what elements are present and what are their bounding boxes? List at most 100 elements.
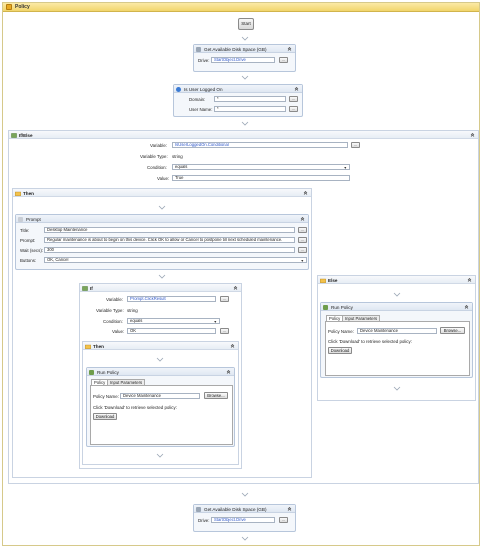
- domain-input[interactable]: *: [214, 96, 286, 102]
- then-outer-title: Then: [23, 190, 34, 196]
- activity-title: Run Policy: [331, 304, 353, 310]
- collapse-icon[interactable]: [303, 190, 308, 195]
- download-button[interactable]: Download: [93, 413, 117, 420]
- download-hint: Click 'Download' to retrieve selected po…: [93, 405, 177, 410]
- ifelse-variable-type-label: Variable Type:: [140, 154, 168, 159]
- prompt-title-input[interactable]: Desktop Maintenance: [44, 227, 295, 233]
- collapse-icon[interactable]: [287, 46, 292, 51]
- prompt-buttons-select[interactable]: OK, Cancel ▼: [44, 257, 307, 263]
- else-title: Else: [328, 277, 338, 283]
- connector-arrow-icon: [241, 536, 249, 541]
- workflow-canvas: Policy Start Get Available Disk Space (G…: [0, 0, 482, 548]
- prompt-text-input[interactable]: Regular maintenance is about to begin on…: [44, 237, 295, 243]
- if-value-browse-button[interactable]: ...: [220, 328, 229, 334]
- dropdown-arrow-icon: ▼: [213, 320, 217, 324]
- prompt-text-label: Prompt:: [20, 238, 36, 243]
- policy-name-input[interactable]: Device Maintenance: [357, 328, 437, 334]
- dropdown-arrow-icon: ▼: [300, 259, 304, 263]
- run-policy-activity-else[interactable]: Run Policy Policy Input Parameters Polic…: [320, 302, 473, 378]
- domain-browse-button[interactable]: ...: [289, 96, 298, 102]
- collapse-icon[interactable]: [230, 343, 235, 348]
- connector-arrow-icon: [393, 386, 401, 391]
- if-variable-type-label: Variable Type:: [96, 308, 124, 313]
- collapse-icon[interactable]: [294, 86, 299, 91]
- collapse-icon[interactable]: [467, 277, 472, 282]
- if-variable-type-value: string: [127, 308, 138, 313]
- username-browse-button[interactable]: ...: [289, 106, 298, 112]
- activity-title: Run Policy: [97, 369, 119, 375]
- username-input[interactable]: *: [214, 106, 286, 112]
- ifelse-value-input[interactable]: True: [172, 175, 350, 181]
- activity-title: Get Available Disk Space (GB): [204, 506, 267, 512]
- browse-button[interactable]: Browse...: [204, 392, 228, 399]
- collapse-icon[interactable]: [300, 216, 305, 221]
- domain-label: Domain:: [189, 97, 206, 102]
- question-icon: [176, 86, 181, 92]
- drive-browse-button[interactable]: ...: [279, 57, 288, 63]
- prompt-title-label: Title:: [20, 228, 30, 233]
- username-label: User Name:: [189, 107, 213, 112]
- folder-icon: [85, 344, 91, 349]
- drive-input[interactable]: StartObject.Drive: [211, 517, 275, 523]
- collapse-icon[interactable]: [287, 506, 292, 511]
- run-policy-activity-inner[interactable]: Run Policy Policy Input Parameters Polic…: [86, 367, 235, 447]
- connector-arrow-icon: [156, 453, 164, 458]
- disk-icon: [196, 46, 201, 52]
- prompt-buttons-value: OK, Cancel: [47, 257, 69, 262]
- activity-title: Is User Logged On: [184, 86, 223, 92]
- if-condition-label: Condition:: [103, 319, 123, 324]
- connector-arrow-icon: [241, 121, 249, 126]
- ifelse-variable-browse-button[interactable]: ...: [351, 142, 360, 148]
- get-disk-space-activity-bottom[interactable]: Get Available Disk Space (GB) Drive: Sta…: [193, 504, 296, 532]
- is-user-logged-on-activity[interactable]: Is User Logged On Domain: * ... User Nam…: [173, 84, 303, 117]
- collapse-icon[interactable]: [470, 132, 475, 137]
- download-hint: Click 'Download' to retrieve selected po…: [328, 339, 412, 344]
- folder-icon: [15, 191, 21, 196]
- policy-icon: [6, 4, 12, 10]
- then-inner-title: Then: [93, 343, 104, 349]
- branch-icon: [11, 132, 17, 138]
- run-policy-icon: [323, 304, 328, 310]
- run-policy-icon: [89, 369, 94, 375]
- prompt-buttons-label: Buttons:: [20, 258, 37, 263]
- if-condition-select[interactable]: equals ▼: [127, 318, 220, 324]
- ifelse-value-label: Value:: [157, 176, 170, 181]
- connector-arrow-icon: [158, 274, 166, 279]
- if-value-label: Value:: [112, 329, 125, 334]
- connector-arrow-icon: [241, 36, 249, 41]
- connector-arrow-icon: [158, 205, 166, 210]
- drive-browse-button[interactable]: ...: [279, 517, 288, 523]
- branch-icon: [82, 285, 88, 291]
- prompt-wait-input[interactable]: 300: [44, 247, 295, 253]
- prompt-icon: [18, 216, 23, 222]
- if-variable-label: Variable:: [106, 297, 124, 302]
- ifelse-variable-input[interactable]: IsUserLoggedOn.Conditional: [172, 142, 348, 148]
- collapse-icon[interactable]: [226, 369, 231, 374]
- prompt-text-browse-button[interactable]: ...: [298, 237, 307, 243]
- prompt-activity[interactable]: Prompt Title: Desktop Maintenance ... Pr…: [15, 214, 309, 270]
- if-variable-browse-button[interactable]: ...: [220, 296, 229, 302]
- get-disk-space-activity-top[interactable]: Get Available Disk Space (GB) Drive: Sta…: [193, 44, 296, 72]
- dropdown-arrow-icon: ▼: [343, 166, 347, 170]
- ifelse-variable-type-value: string: [172, 154, 183, 159]
- ifelse-condition-select[interactable]: equals ▼: [172, 164, 350, 170]
- connector-arrow-icon: [393, 292, 401, 297]
- ifelse-condition-label: Condition:: [147, 165, 167, 170]
- start-node[interactable]: Start: [238, 18, 254, 30]
- prompt-title-browse-button[interactable]: ...: [298, 227, 307, 233]
- collapse-icon[interactable]: [464, 304, 469, 309]
- disk-icon: [196, 506, 201, 512]
- download-button[interactable]: Download: [328, 347, 352, 354]
- policy-titlebar[interactable]: Policy: [3, 3, 479, 12]
- if-value-input[interactable]: OK: [127, 328, 216, 334]
- policy-name-input[interactable]: Device Maintenance: [120, 393, 200, 399]
- if-variable-input[interactable]: Prompt.ClickResult: [127, 296, 216, 302]
- prompt-wait-browse-button[interactable]: ...: [298, 247, 307, 253]
- collapse-icon[interactable]: [233, 285, 238, 290]
- if-condition-value: equals: [130, 318, 143, 323]
- ifelse-variable-label: Variable:: [150, 143, 168, 148]
- ifelse-condition-value: equals: [175, 164, 188, 169]
- activity-title: Prompt: [26, 216, 41, 222]
- browse-button[interactable]: Browse...: [440, 327, 465, 334]
- drive-input[interactable]: StartObject.Drive: [211, 57, 275, 63]
